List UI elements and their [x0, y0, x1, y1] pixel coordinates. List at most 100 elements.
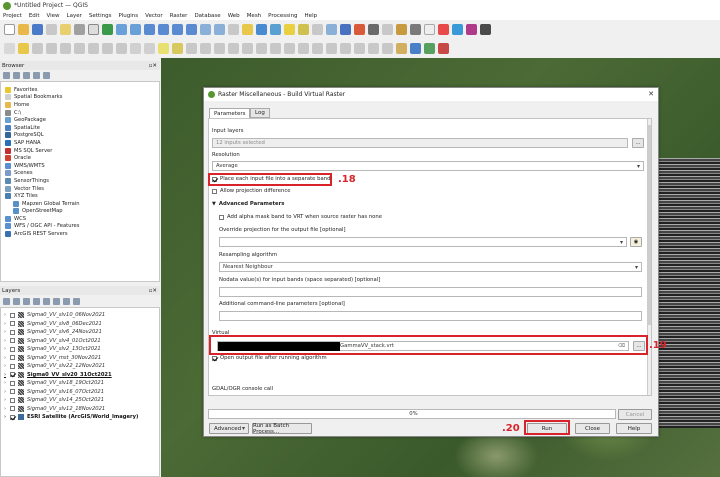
- style-manager-icon[interactable]: [74, 24, 85, 35]
- menu-layer[interactable]: Layer: [67, 13, 82, 19]
- layer-row[interactable]: › Sigma0_VV_mst_30Nov2021: [4, 354, 159, 363]
- browser-item[interactable]: OpenStreetMap: [5, 208, 159, 216]
- menu-help[interactable]: Help: [305, 13, 318, 19]
- zoom-next-icon[interactable]: [214, 24, 225, 35]
- filter-icon[interactable]: [23, 71, 30, 79]
- processing-toolbox-icon[interactable]: [354, 24, 365, 35]
- add-selected-layers-icon[interactable]: [13, 71, 20, 79]
- expand-all-icon[interactable]: [53, 297, 60, 305]
- layer-checkbox[interactable]: [10, 389, 15, 395]
- save-project-icon[interactable]: [32, 24, 43, 35]
- menu-view[interactable]: View: [46, 13, 59, 19]
- layer-checkbox[interactable]: [10, 329, 15, 335]
- layer-checkbox[interactable]: [10, 406, 15, 412]
- panel-close-icon[interactable]: ▫✕: [149, 63, 157, 69]
- close-button[interactable]: Close: [575, 423, 610, 434]
- browser-item[interactable]: XYZ Tiles: [5, 192, 159, 200]
- layer-row[interactable]: › Sigma0_VV_slv16_07Oct2021: [4, 388, 159, 397]
- layer-checkbox[interactable]: [10, 397, 15, 403]
- dem-icon[interactable]: [410, 43, 421, 54]
- profile-icon[interactable]: [424, 43, 435, 54]
- layer-row[interactable]: › Sigma0_VV_slv10_06Nov2021: [4, 311, 159, 320]
- close-icon[interactable]: ✕: [648, 90, 654, 98]
- map-tips-icon[interactable]: [410, 24, 421, 35]
- sum-icon[interactable]: [466, 24, 477, 35]
- annotation-icon[interactable]: [396, 24, 407, 35]
- undo-icon[interactable]: [130, 43, 141, 54]
- zoom-native-icon[interactable]: [186, 24, 197, 35]
- manage-map-themes-icon[interactable]: [23, 297, 30, 305]
- alpha-band-checkbox[interactable]: [219, 214, 224, 220]
- browser-item[interactable]: MS SQL Server: [5, 147, 159, 155]
- new-print-layout-icon[interactable]: [46, 24, 57, 35]
- zoom-out-icon[interactable]: [130, 24, 141, 35]
- layer-checkbox[interactable]: [10, 372, 15, 378]
- resampling-select[interactable]: Nearest Neighbour: [219, 262, 642, 272]
- collapse-all-icon[interactable]: [33, 71, 40, 79]
- label-pin-icon[interactable]: [172, 43, 183, 54]
- menu-edit[interactable]: Edit: [29, 13, 40, 19]
- tab-log[interactable]: Log: [250, 108, 270, 118]
- help-button[interactable]: Help: [616, 423, 652, 434]
- menu-mesh[interactable]: Mesh: [247, 13, 261, 19]
- tab-parameters[interactable]: Parameters: [209, 108, 251, 118]
- resolution-select[interactable]: Average: [212, 161, 644, 171]
- measure-icon[interactable]: [382, 24, 393, 35]
- label-move-icon[interactable]: [200, 43, 211, 54]
- browser-item[interactable]: Favorites: [5, 86, 159, 94]
- menu-processing[interactable]: Processing: [268, 13, 297, 19]
- layer-checkbox[interactable]: [10, 346, 15, 352]
- deselect-icon[interactable]: [312, 24, 323, 35]
- shape-digitize-icon[interactable]: [298, 43, 309, 54]
- layer-checkbox[interactable]: [10, 312, 15, 318]
- filter-legend-icon[interactable]: [33, 297, 40, 305]
- select-features-icon[interactable]: [284, 24, 295, 35]
- browser-item[interactable]: ArcGIS REST Servers: [5, 230, 159, 238]
- line-chart-icon[interactable]: [438, 43, 449, 54]
- layer-row[interactable]: › ESRI Satellite (ArcGIS/World_Imagery): [4, 413, 159, 422]
- browser-item[interactable]: Oracle: [5, 154, 159, 162]
- alpha-band-option[interactable]: Add alpha mask band to VRT when source r…: [219, 214, 382, 220]
- python-plugin-icon[interactable]: [396, 43, 407, 54]
- paste-icon[interactable]: [116, 43, 127, 54]
- layer-checkbox[interactable]: [10, 363, 15, 369]
- layer-row[interactable]: › Sigma0_VV_slv20_31Oct2021: [4, 371, 159, 380]
- new-map-view-icon[interactable]: [228, 24, 239, 35]
- rotate-icon[interactable]: [354, 43, 365, 54]
- layout-manager-icon[interactable]: [60, 24, 71, 35]
- browser-item[interactable]: WFS / OGC API - Features: [5, 223, 159, 231]
- diagram-icon[interactable]: [242, 43, 253, 54]
- select-by-value-icon[interactable]: [298, 24, 309, 35]
- browser-item[interactable]: WCS: [5, 215, 159, 223]
- label-icon[interactable]: [158, 43, 169, 54]
- browser-item[interactable]: Vector Tiles: [5, 185, 159, 193]
- browser-item[interactable]: WMS/WMTS: [5, 162, 159, 170]
- copy-icon[interactable]: [102, 43, 113, 54]
- menu-web[interactable]: Web: [228, 13, 240, 19]
- advanced-parameters-toggle[interactable]: ▼ Advanced Parameters: [212, 201, 284, 207]
- statistics-icon[interactable]: [368, 24, 379, 35]
- nodata-input[interactable]: [219, 287, 642, 297]
- offset-icon[interactable]: [368, 43, 379, 54]
- new-project-icon[interactable]: [4, 24, 15, 35]
- pan-icon[interactable]: [88, 24, 99, 35]
- layer-row[interactable]: › Sigma0_VV_slv4_01Oct2021: [4, 337, 159, 346]
- redo-icon[interactable]: [144, 43, 155, 54]
- cut-icon[interactable]: [88, 43, 99, 54]
- menu-project[interactable]: Project: [3, 13, 22, 19]
- layer-row[interactable]: › Sigma0_VV_slv12_18Nov2021: [4, 405, 159, 414]
- text-annotation-icon[interactable]: [424, 24, 435, 35]
- layer-checkbox[interactable]: [10, 414, 15, 420]
- field-calculator-icon[interactable]: [340, 24, 351, 35]
- open-output-checkbox[interactable]: [212, 355, 217, 361]
- zoom-to-selection-icon[interactable]: [158, 24, 169, 35]
- projection-difference-checkbox[interactable]: [212, 188, 217, 194]
- remove-layer-icon[interactable]: [73, 297, 80, 305]
- digitize-icon[interactable]: [4, 43, 15, 54]
- browser-item[interactable]: GeoPackage: [5, 116, 159, 124]
- browser-item[interactable]: SpatiaLite: [5, 124, 159, 132]
- browser-item[interactable]: Scenes: [5, 170, 159, 178]
- layer-checkbox[interactable]: [10, 380, 15, 386]
- simplify-icon[interactable]: [382, 43, 393, 54]
- browser-item[interactable]: C:\: [5, 109, 159, 117]
